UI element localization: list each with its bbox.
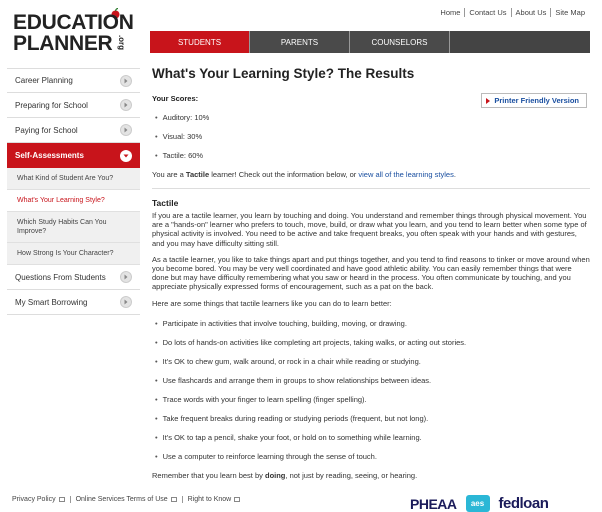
page-title: What's Your Learning Style? The Results [152,66,415,81]
paragraph-1: If you are a tactile learner, you learn … [152,211,587,248]
chevron-down-icon [120,149,132,162]
tab-counselors[interactable]: COUNSELORS [350,31,450,53]
sidebar-subitem-character[interactable]: How Strong Is Your Character? [7,243,140,265]
chevron-right-icon [120,74,132,87]
scores-list: Auditory: 10% Visual: 30% Tactile: 60% [155,113,590,160]
learner-style: Tactile [185,170,210,179]
footer-link-label: Online Services Terms of Use [75,496,168,503]
footer-link-label: Right to Know [187,496,232,503]
tip-item: Do lots of hands-on activities like comp… [155,338,590,347]
learner-result: You are a Tactile learner! Check out the… [152,170,590,189]
sidebar-item-label: Career Planning [15,76,73,85]
site-logo[interactable]: EDUCATION PLANNER .org [13,8,134,56]
learner-prefix: You are a [152,170,186,179]
chevron-right-icon [120,271,132,283]
footer-link-label: Privacy Policy [12,496,56,503]
tip-item: It's OK to chew gum, walk around, or roc… [155,357,590,366]
tip-item: Use flashcards and arrange them in group… [155,376,590,385]
learner-middle: learner! Check out the information below… [209,170,359,179]
sidebar-item-label: Preparing for School [15,100,88,110]
sidebar-item-label: Self-Assessments [15,151,84,160]
tip-item: Use a computer to reinforce learning thr… [155,452,590,461]
sidebar: Career Planning Preparing for School Pay… [7,68,140,315]
fedloan-logo[interactable]: fedloan [499,495,549,512]
paragraph-2: As a tactile learner, you like to take t… [152,254,590,292]
sidebar-item-paying[interactable]: Paying for School [7,118,140,143]
sidebar-item-label: My Smart Borrowing [15,297,88,307]
chevron-right-icon [120,296,132,308]
score-tactile: Tactile: 60% [155,151,590,160]
top-link-contact[interactable]: Contact Us [464,8,510,17]
tip-item: Trace words with your finger to learn sp… [155,395,590,404]
top-link-home[interactable]: Home [436,8,464,17]
remember-suffix: , not just by reading, seeing, or hearin… [285,470,418,480]
nav-filler [450,31,590,53]
footer-link-privacy[interactable]: Privacy Policy [12,496,70,503]
score-visual: Visual: 30% [155,132,590,141]
main-nav: STUDENTS PARENTS COUNSELORS [150,31,590,53]
sidebar-item-label: Paying for School [15,125,78,135]
printer-friendly-button[interactable]: Printer Friendly Version [481,93,587,108]
logo-org: .org [117,34,127,51]
footer-links: Privacy Policy Online Services Terms of … [12,496,245,503]
tip-item: Participate in activities that involve t… [155,319,590,328]
sidebar-item-questions[interactable]: Questions From Students [7,265,140,290]
chevron-right-icon [120,124,132,136]
footer-link-terms[interactable]: Online Services Terms of Use [69,496,182,503]
sidebar-item-smart-borrowing[interactable]: My Smart Borrowing [7,290,140,315]
aes-logo[interactable]: aes [465,495,490,512]
all-learning-styles-link[interactable]: view all of the learning styles [358,170,453,179]
main-content: What's Your Learning Style? The Results … [152,66,590,480]
logo-line1: EDUCATION [13,11,134,34]
top-link-sitemap[interactable]: Site Map [550,8,589,17]
tab-parents[interactable]: PARENTS [250,31,350,53]
paragraph-3: Here are some things that tactile learne… [152,298,392,308]
sidebar-item-self-assessments[interactable]: Self-Assessments [7,143,140,168]
chevron-right-icon [120,99,132,111]
play-arrow-icon [486,98,491,104]
remember-bold: doing [264,470,286,480]
tab-students[interactable]: STUDENTS [150,31,250,53]
external-link-icon [170,497,177,502]
sidebar-item-career-planning[interactable]: Career Planning [7,68,140,93]
tip-item: Take frequent breaks during reading or s… [155,414,590,423]
score-auditory: Auditory: 10% [155,113,590,122]
partner-logos: PHEAA aes fedloan [410,492,549,512]
top-links: Home Contact Us About Us Site Map [436,8,589,17]
sidebar-item-label: Questions From Students [15,272,106,282]
sidebar-item-preparing[interactable]: Preparing for School [7,93,140,118]
sidebar-sub-list: What Kind of Student Are You? What's You… [7,168,140,265]
logo-line2: PLANNER [13,32,113,55]
pheaa-logo[interactable]: PHEAA [410,496,457,512]
top-link-about[interactable]: About Us [510,8,551,17]
tips-list: Participate in activities that involve t… [155,319,590,461]
external-link-icon [58,497,65,502]
sidebar-subitem-kind-of-student[interactable]: What Kind of Student Are You? [7,168,140,190]
footer-link-right-to-know[interactable]: Right to Know [181,496,246,503]
remember-prefix: Remember that you learn best by [152,470,265,480]
sidebar-subitem-learning-style[interactable]: What's Your Learning Style? [7,190,140,212]
printer-friendly-label: Printer Friendly Version [494,96,579,105]
external-link-icon [234,497,241,502]
tip-item: It's OK to tap a pencil, shake your foot… [155,433,590,442]
remember-line: Remember that you learn best by doing, n… [152,471,590,480]
learner-suffix: . [453,170,456,179]
section-title: Tactile [152,198,179,208]
sidebar-subitem-study-habits[interactable]: Which Study Habits Can You Improve? [7,212,140,243]
